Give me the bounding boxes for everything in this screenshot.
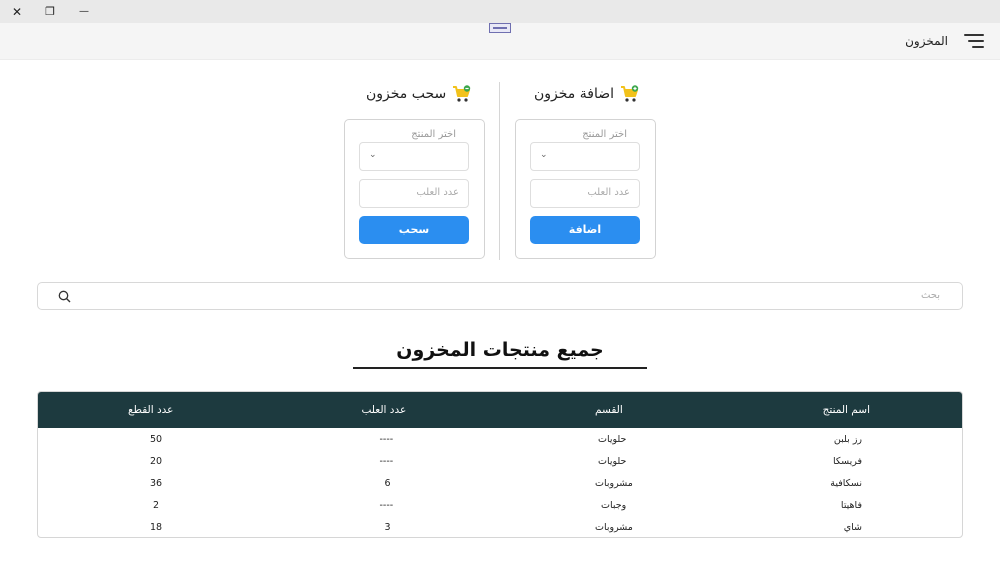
close-window-button[interactable]: ✕ [0, 0, 34, 23]
cell-box-count: ---- [379, 456, 394, 467]
search-input[interactable]: بحث [37, 282, 963, 310]
cell-category: حلويات [598, 456, 627, 467]
header-piece-count: عدد القطع [128, 404, 174, 416]
withdraw-product-select-label: اختر المنتج [409, 129, 458, 140]
cell-piece-count: 50 [150, 434, 163, 445]
table-row[interactable]: 18 3 مشروبات شاي [38, 517, 962, 537]
cell-product-name: فريسكا [832, 456, 862, 467]
cell-box-count: 6 [384, 478, 391, 489]
add-stock-panel: ⌄ اختر المنتج عدد العلب اضافة [515, 119, 656, 259]
withdraw-stock-button[interactable]: سحب [359, 216, 469, 244]
cell-category: مشروبات [595, 478, 633, 489]
window-titlebar: ✕ ❐ — [0, 0, 1000, 23]
page-title: المخزون [905, 34, 948, 48]
cart-minus-icon [453, 85, 471, 102]
table-row[interactable]: 36 6 مشروبات نسكافية [38, 473, 962, 495]
cell-box-count: 3 [384, 522, 391, 533]
add-stock-title: اضافة مخزون [534, 86, 614, 102]
cell-product-name: فاهيتا [840, 500, 862, 511]
cell-box-count: ---- [379, 434, 394, 445]
cell-piece-count: 18 [150, 522, 163, 533]
cart-plus-icon [621, 85, 639, 102]
add-product-select[interactable]: ⌄ [530, 142, 640, 171]
cell-piece-count: 36 [150, 478, 163, 489]
cell-product-name: رز بلبن [833, 434, 862, 445]
panel-divider [499, 82, 500, 260]
cell-category: وجبات [601, 500, 627, 511]
inventory-table: عدد القطع عدد العلب القسم اسم المنتج 50 … [37, 391, 963, 538]
withdraw-stock-panel: ⌄ اختر المنتج عدد العلب سحب [344, 119, 485, 259]
search-placeholder: بحث [920, 290, 940, 301]
cell-product-name: شاي [843, 522, 862, 533]
withdraw-box-count-input[interactable]: عدد العلب [359, 179, 469, 208]
section-title: جميع منتجات المخزون [396, 339, 604, 361]
chevron-down-icon: ⌄ [540, 150, 548, 160]
add-stock-button[interactable]: اضافة [530, 216, 640, 244]
minimize-icon: — [79, 6, 89, 17]
minimize-window-button[interactable]: — [67, 0, 101, 23]
chevron-down-icon: ⌄ [369, 150, 377, 160]
header-category: القسم [595, 404, 623, 416]
cell-category: حلويات [598, 434, 627, 445]
hamburger-icon[interactable] [964, 34, 984, 50]
table-row[interactable]: 20 ---- حلويات فريسكا [38, 451, 962, 473]
add-box-count-input[interactable]: عدد العلب [530, 179, 640, 208]
cell-piece-count: 2 [153, 500, 160, 511]
restore-icon: ❐ [45, 5, 55, 18]
withdraw-stock-heading: سحب مخزون [366, 85, 472, 103]
header-box-count: عدد العلب [361, 404, 407, 416]
table-row[interactable]: 2 ---- وجبات فاهيتا [38, 495, 962, 517]
add-product-select-label: اختر المنتج [580, 129, 629, 140]
cell-box-count: ---- [379, 500, 394, 511]
section-title-underline [353, 367, 647, 369]
add-stock-heading: اضافة مخزون [534, 85, 640, 103]
cell-category: مشروبات [595, 522, 633, 533]
table-row[interactable]: 50 ---- حلويات رز بلبن [38, 429, 962, 451]
search-icon[interactable] [58, 290, 71, 303]
drag-handle[interactable] [489, 23, 511, 33]
close-icon: ✕ [11, 4, 23, 19]
header-product-name: اسم المنتج [822, 404, 870, 416]
table-header: عدد القطع عدد العلب القسم اسم المنتج [38, 392, 962, 428]
restore-window-button[interactable]: ❐ [33, 0, 67, 23]
withdraw-stock-title: سحب مخزون [366, 86, 447, 102]
withdraw-product-select[interactable]: ⌄ [359, 142, 469, 171]
cell-piece-count: 20 [150, 456, 163, 467]
cell-product-name: نسكافية [830, 478, 862, 489]
